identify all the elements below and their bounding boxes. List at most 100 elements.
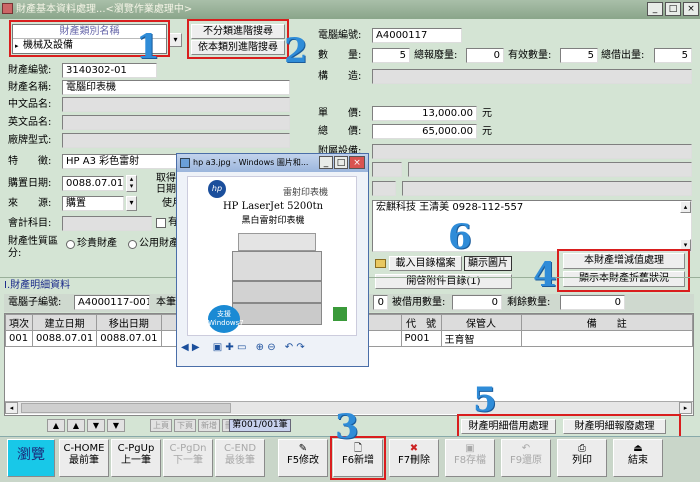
- remaining-field[interactable]: 0: [560, 295, 625, 310]
- f8-save-button[interactable]: ▣ F8存檔: [445, 439, 495, 477]
- source-field[interactable]: 購置: [62, 196, 124, 211]
- english-name-field[interactable]: [62, 115, 290, 130]
- extra-field-b[interactable]: [408, 162, 692, 177]
- f7-delete-button[interactable]: ✖ F7刪除: [389, 439, 439, 477]
- unit-price-unit: 元: [482, 108, 492, 119]
- image-canvas: hp 雷射印表機 HP LaserJet 5200tn 黑白雷射印表機 支援 W…: [187, 176, 357, 336]
- structure-field[interactable]: [372, 69, 692, 84]
- radio-precious[interactable]: [66, 240, 75, 249]
- slideshow-icon[interactable]: ▭: [237, 342, 246, 353]
- category-dropdown-button[interactable]: ▾: [169, 33, 182, 47]
- valid-qty-field[interactable]: 5: [560, 48, 598, 63]
- source-dropdown-button[interactable]: ▾: [126, 196, 137, 211]
- col-header-moved[interactable]: 移出日期: [96, 314, 162, 331]
- note-scroll-up[interactable]: ▴: [680, 201, 691, 213]
- rotate-right-icon[interactable]: ↷: [296, 342, 304, 353]
- nav-prev-page[interactable]: 上頁: [150, 419, 172, 432]
- source-label: 來 源:: [8, 198, 52, 209]
- exit-icon: ⏏: [633, 443, 643, 454]
- nav-first-icon[interactable]: ▲: [47, 419, 65, 432]
- nav-next-page[interactable]: 下頁: [174, 419, 196, 432]
- computer-no-field[interactable]: A4000117: [372, 28, 462, 43]
- qty-field[interactable]: 5: [372, 48, 410, 63]
- prev-image-icon[interactable]: ◀: [181, 342, 189, 353]
- green-tile-icon: [333, 307, 347, 321]
- print-button[interactable]: ⎙ 列印: [557, 439, 607, 477]
- total-scrap-field[interactable]: 0: [466, 48, 504, 63]
- vendor-note-field[interactable]: 宏麒科技 王清美 0928-112-557: [372, 200, 692, 252]
- browse-button[interactable]: 瀏覽: [7, 439, 55, 477]
- extra-field-d[interactable]: [402, 181, 692, 196]
- asset-name-field[interactable]: 電腦印表機: [62, 80, 290, 95]
- extra-field-c[interactable]: [372, 181, 396, 196]
- radio-precious-label: 珍貴財產: [77, 238, 117, 249]
- rotate-left-icon[interactable]: ↶: [285, 342, 293, 353]
- image-close-button[interactable]: ×: [349, 156, 365, 169]
- pgup-button[interactable]: C-PgUp 上一筆: [111, 439, 161, 477]
- minimize-button[interactable]: _: [647, 2, 663, 16]
- image-maximize-button[interactable]: □: [334, 156, 348, 169]
- col-header-created[interactable]: 建立日期: [31, 314, 98, 331]
- zoom-out-icon[interactable]: ⊖: [267, 342, 275, 353]
- exit-button[interactable]: ⏏ 結束: [613, 439, 663, 477]
- scroll-left-arrow[interactable]: ◂: [5, 402, 18, 414]
- scroll-thumb[interactable]: [21, 403, 231, 413]
- app-icon: [2, 3, 13, 14]
- load-directory-button[interactable]: 載入目錄檔案: [389, 256, 462, 271]
- total-price-field[interactable]: 65,000.00: [372, 124, 477, 139]
- chinese-name-field[interactable]: [62, 97, 290, 112]
- sub-no-label: 電腦子編號:: [8, 297, 62, 308]
- structure-label: 構 造:: [318, 71, 362, 82]
- fit-icon[interactable]: ▣: [213, 342, 222, 353]
- maximize-button[interactable]: □: [665, 2, 681, 16]
- extra-field-a[interactable]: [372, 162, 402, 177]
- attach-field[interactable]: [372, 144, 692, 159]
- record-position: 第001/001筆: [229, 419, 291, 432]
- show-image-button[interactable]: 顯示圖片: [464, 256, 512, 271]
- scroll-right-arrow[interactable]: ▸: [679, 402, 692, 414]
- col-header-no[interactable]: 項次: [5, 314, 33, 331]
- product-subtitle: 黑白雷射印表機: [241, 216, 305, 226]
- image-minimize-button[interactable]: _: [319, 156, 333, 169]
- lent-qty-field[interactable]: 0: [452, 295, 502, 310]
- end-button[interactable]: C-END 最後筆: [215, 439, 265, 477]
- next-image-icon[interactable]: ▶: [192, 342, 200, 353]
- f7-delete-label: F7刪除: [397, 455, 431, 466]
- purchase-date-field[interactable]: 0088.07.01: [62, 176, 124, 191]
- image-viewer-window[interactable]: hp a3.jpg - Windows 圖片和... _ □ × hp 雷射印表…: [176, 153, 369, 367]
- image-label: 雷射印表機: [283, 188, 329, 198]
- actual-size-icon[interactable]: ✚: [225, 342, 233, 353]
- annotation-3: 3: [335, 407, 359, 447]
- f9-restore-button[interactable]: ↶ F9還原: [501, 439, 551, 477]
- nav-next-icon[interactable]: ▼: [87, 419, 105, 432]
- unit-price-field[interactable]: 13,000.00: [372, 106, 477, 121]
- feature-field[interactable]: HP A3 彩色雷射: [62, 154, 180, 169]
- col-header-keeper[interactable]: 保管人: [440, 314, 522, 331]
- radio-public[interactable]: [128, 240, 137, 249]
- nav-last-icon[interactable]: ▼: [107, 419, 125, 432]
- nav-prev-icon[interactable]: ▲: [67, 419, 85, 432]
- annotation-4: 4: [533, 255, 557, 295]
- col-header-note[interactable]: 備 註: [520, 314, 694, 331]
- zoom-in-icon[interactable]: ⊕: [256, 342, 264, 353]
- f5-edit-button[interactable]: ✎ F5修改: [278, 439, 328, 477]
- pgdn-button[interactable]: C-PgDn 下一筆: [163, 439, 213, 477]
- home-button[interactable]: C-HOME 最前筆: [59, 439, 109, 477]
- total-lent-field[interactable]: 5: [654, 48, 692, 63]
- has-checkbox[interactable]: [156, 218, 166, 228]
- printer-icon: ⎙: [578, 443, 586, 454]
- windows7-badge: 支援 Windows7: [208, 305, 244, 333]
- home-key: C-HOME: [63, 443, 105, 454]
- purchase-date-spinner[interactable]: ▴ ▾: [126, 175, 137, 192]
- model-field[interactable]: [62, 133, 290, 148]
- close-button[interactable]: ×: [683, 2, 699, 16]
- undo-icon: ↶: [521, 443, 531, 454]
- end-key: C-END: [223, 443, 257, 454]
- col-header-code[interactable]: 代 號: [400, 314, 442, 331]
- nav-add[interactable]: 新增: [198, 419, 220, 432]
- account-field[interactable]: [62, 216, 152, 231]
- annotation-5: 5: [473, 380, 497, 420]
- pgup-label: 上一筆: [121, 455, 151, 466]
- sub-no-field[interactable]: A4000117-001: [74, 295, 150, 310]
- radio-public-label: 公用財產: [139, 238, 179, 249]
